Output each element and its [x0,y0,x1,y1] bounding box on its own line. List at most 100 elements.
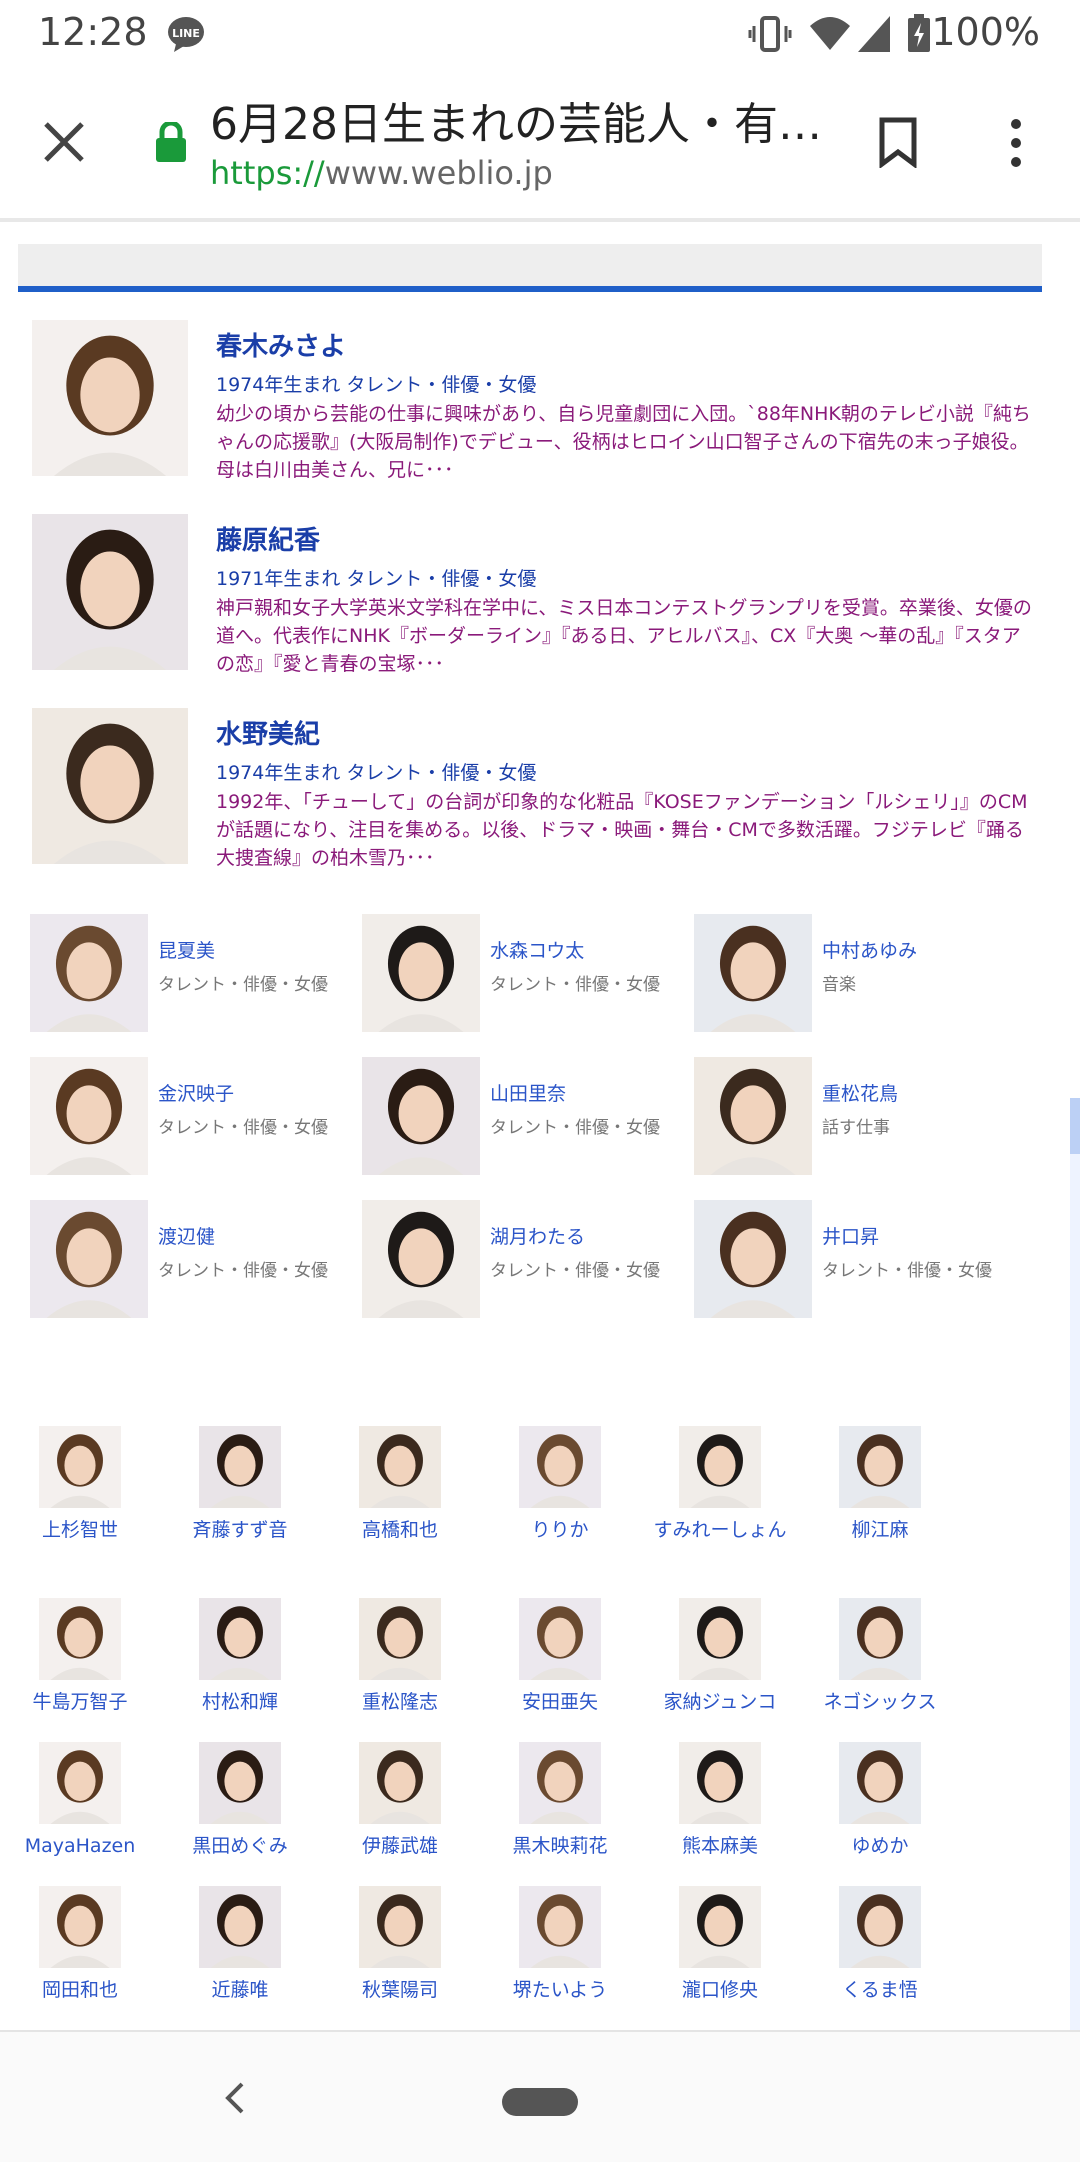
person-tile[interactable]: 瀧口修央 [640,1886,800,2036]
person-card[interactable]: 昆夏美 タレント・俳優・女優 [30,914,360,1044]
person-name[interactable]: 瀧口修央 [640,1976,800,2004]
person-name[interactable]: 金沢映子 [158,1079,234,1106]
avatar[interactable] [679,1742,761,1824]
avatar[interactable] [30,1057,148,1175]
person-name[interactable]: 牛島万智子 [0,1688,160,1716]
person-card[interactable]: 山田里奈 タレント・俳優・女優 [362,1057,692,1187]
avatar[interactable] [519,1886,601,1968]
person-tile[interactable]: 上杉智世 [0,1426,160,1576]
avatar[interactable] [839,1886,921,1968]
person-name[interactable]: 中村あゆみ [822,936,917,963]
close-icon[interactable] [42,120,86,168]
avatar[interactable] [359,1742,441,1824]
avatar[interactable] [199,1598,281,1680]
person-name[interactable]: 熊本麻美 [640,1832,800,1860]
person-tile[interactable]: 村松和輝 [160,1598,320,1748]
avatar[interactable] [362,1200,480,1318]
person-name[interactable]: 岡田和也 [0,1976,160,2004]
avatar[interactable] [30,1200,148,1318]
person-tile[interactable]: 近藤唯 [160,1886,320,2036]
person-tile[interactable]: 柳江麻 [800,1426,960,1576]
person-tile[interactable]: 高橋和也 [320,1426,480,1576]
featured-description[interactable]: 1992年、「チューして」の台詞が印象的な化粧品『KOSEファンデーション「ルシ… [216,788,1032,872]
avatar[interactable] [199,1886,281,1968]
person-tile[interactable]: 堺たいよう [480,1886,640,2036]
person-name[interactable]: 上杉智世 [0,1516,160,1544]
avatar[interactable] [39,1886,121,1968]
person-tile[interactable]: MayaHazen [0,1742,160,1892]
featured-name[interactable]: 水野美紀 [216,714,320,751]
person-card[interactable]: 湖月わたる タレント・俳優・女優 [362,1200,692,1330]
avatar[interactable] [679,1886,761,1968]
person-card[interactable]: 井口昇 タレント・俳優・女優 [694,1200,1024,1330]
person-name[interactable]: 伊藤武雄 [320,1832,480,1860]
person-name[interactable]: くるま悟 [800,1976,960,2004]
person-card[interactable]: 中村あゆみ 音楽 [694,914,1024,1044]
person-name[interactable]: 重松隆志 [320,1688,480,1716]
avatar[interactable] [39,1426,121,1508]
avatar[interactable] [199,1426,281,1508]
avatar[interactable] [694,1057,812,1175]
person-card[interactable]: 重松花鳥 話す仕事 [694,1057,1024,1187]
scrollbar-thumb[interactable] [1070,1098,1080,1154]
person-tile[interactable]: 牛島万智子 [0,1598,160,1748]
person-name[interactable]: 斉藤すず音 [160,1516,320,1544]
avatar[interactable] [839,1598,921,1680]
page-title[interactable]: 6月28日生まれの芸能人・有… [210,88,822,152]
featured-item[interactable]: 水野美紀 1974年生まれ タレント・俳優・女優 1992年、「チューして」の台詞が… [32,708,1032,878]
person-name[interactable]: 秋葉陽司 [320,1976,480,2004]
person-tile[interactable]: ゆめか [800,1742,960,1892]
avatar[interactable] [519,1598,601,1680]
person-name[interactable]: 井口昇 [822,1222,879,1249]
person-name[interactable]: 堺たいよう [480,1976,640,2004]
home-pill-icon[interactable] [502,2088,578,2116]
featured-description[interactable]: 神戸親和女子大学英米文学科在学中に、ミス日本コンテストグランプリを受賞。卒業後、… [216,594,1032,678]
avatar[interactable] [39,1742,121,1824]
avatar[interactable] [30,914,148,1032]
person-name[interactable]: 山田里奈 [490,1079,566,1106]
featured-name[interactable]: 藤原紀香 [216,520,320,557]
scrollbar-track[interactable] [1070,1098,1080,2030]
person-name[interactable]: 近藤唯 [160,1976,320,2004]
avatar[interactable] [694,914,812,1032]
person-name[interactable]: 重松花鳥 [822,1079,898,1106]
person-card[interactable]: 金沢映子 タレント・俳優・女優 [30,1057,360,1187]
avatar[interactable] [519,1426,601,1508]
avatar[interactable] [362,914,480,1032]
person-name[interactable]: 柳江麻 [800,1516,960,1544]
avatar[interactable] [519,1742,601,1824]
avatar[interactable] [39,1598,121,1680]
avatar[interactable] [359,1886,441,1968]
person-tile[interactable]: 熊本麻美 [640,1742,800,1892]
page-url[interactable]: https://www.weblio.jp [210,154,553,192]
avatar[interactable] [359,1426,441,1508]
person-card[interactable]: 渡辺健 タレント・俳優・女優 [30,1200,360,1330]
avatar[interactable] [679,1598,761,1680]
person-name[interactable]: 水森コウ太 [490,936,584,963]
lock-icon[interactable] [154,120,188,166]
avatar[interactable] [32,320,188,476]
avatar[interactable] [359,1598,441,1680]
avatar[interactable] [839,1426,921,1508]
person-name[interactable]: 湖月わたる [490,1222,585,1249]
person-tile[interactable]: すみれーしょん [640,1426,800,1576]
person-name[interactable]: ゆめか [800,1832,960,1860]
featured-name[interactable]: 春木みさよ [216,326,346,363]
person-card[interactable]: 水森コウ太 タレント・俳優・女優 [362,914,692,1044]
avatar[interactable] [199,1742,281,1824]
featured-item[interactable]: 春木みさよ 1974年生まれ タレント・俳優・女優 幼少の頃から芸能の仕事に興味があ… [32,320,1032,490]
avatar[interactable] [694,1200,812,1318]
person-name[interactable]: MayaHazen [0,1832,160,1860]
back-chevron-icon[interactable] [220,2080,250,2120]
person-name[interactable]: ネゴシックス [800,1688,960,1716]
person-tile[interactable]: 斉藤すず音 [160,1426,320,1576]
avatar[interactable] [32,514,188,670]
avatar[interactable] [32,708,188,864]
person-tile[interactable]: 秋葉陽司 [320,1886,480,2036]
person-name[interactable]: 村松和輝 [160,1688,320,1716]
person-name[interactable]: すみれーしょん [640,1516,800,1544]
avatar[interactable] [839,1742,921,1824]
person-name[interactable]: 黒木映莉花 [480,1832,640,1860]
person-tile[interactable]: 重松隆志 [320,1598,480,1748]
person-name[interactable]: 渡辺健 [158,1222,215,1249]
